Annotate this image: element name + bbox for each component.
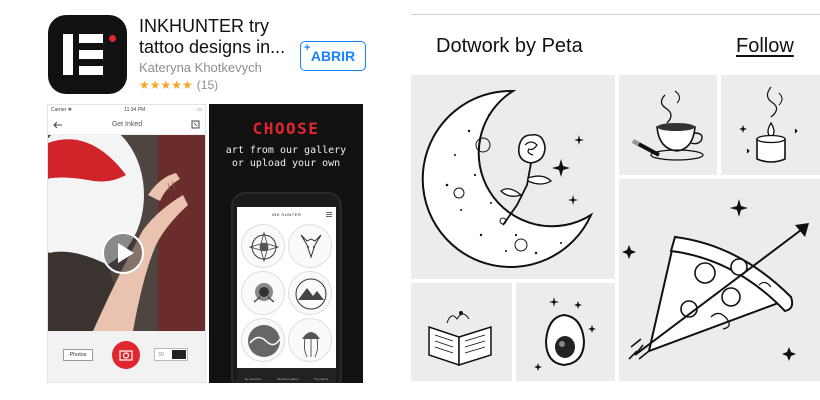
tile-coffee-cup[interactable] — [619, 75, 717, 175]
tile-moon-rose[interactable] — [411, 75, 615, 279]
tile-avocado[interactable] — [516, 283, 615, 381]
app-developer[interactable]: Kateryna Khotkevych — [139, 60, 262, 75]
mountain-sketch — [295, 278, 327, 310]
app-icon[interactable] — [48, 15, 127, 94]
choose-subtitle: art from our gallery or upload your own — [209, 144, 363, 170]
gallery-item-jellyfish[interactable] — [288, 318, 332, 362]
nav-bar: Get Inked — [48, 115, 205, 135]
plus-icon: + — [304, 42, 311, 54]
rose-sketch — [253, 283, 275, 303]
gallery-item-mountain[interactable] — [288, 271, 332, 315]
app-screenshot-camera[interactable]: Carrier ❖ 11:34 PM ▭ Get Inked Photos 3D — [47, 104, 206, 383]
wave-sketch — [248, 325, 281, 357]
star-rating-icon: ★★★★★ — [139, 78, 193, 92]
logo-dot — [109, 35, 116, 42]
battery-icon: ▭ — [197, 107, 202, 113]
open-button-label: ABRIR — [310, 48, 356, 64]
logo-bar-top — [79, 34, 103, 43]
camera-preview-scene — [48, 135, 205, 331]
menu-icon — [326, 212, 332, 217]
camera-controls: Photos 3D — [48, 331, 205, 382]
status-carrier: Carrier ❖ — [51, 107, 73, 113]
app-rating: ★★★★★ (15) — [139, 78, 218, 92]
tile-pizza-arrow[interactable] — [619, 179, 820, 381]
flip-camera-icon — [191, 120, 200, 129]
jellyfish-sketch — [302, 332, 320, 358]
app-title: INKHUNTER try tattoo designs in... — [139, 16, 286, 57]
rating-count: (15) — [196, 78, 219, 92]
logo-bar-bottom — [79, 66, 103, 75]
coffee-cup-drawing — [632, 90, 704, 161]
gallery-item-wave[interactable] — [241, 318, 285, 362]
tab-my-photos[interactable]: My photos — [314, 377, 328, 381]
gallery-header: INK HUNTER — [271, 212, 302, 217]
3d-toggle-label: 3D — [158, 352, 165, 358]
candle-drawing — [739, 86, 798, 163]
toggle-knob — [172, 350, 186, 359]
status-time: 11:34 PM — [124, 107, 146, 113]
nav-title: Get Inked — [111, 121, 143, 128]
deer-sketch — [300, 234, 322, 259]
capture-button[interactable] — [112, 341, 140, 369]
follow-button[interactable]: Follow — [736, 35, 794, 58]
gallery-item-mandala[interactable] — [241, 224, 285, 268]
gallery-item-rose[interactable] — [241, 271, 285, 315]
choose-subtitle-line1: art from our gallery — [225, 145, 347, 156]
gallery-tab-bar: My sketches Sketches gallery My photos — [237, 368, 336, 383]
tile-open-book[interactable] — [411, 283, 512, 381]
camera-preview — [48, 135, 205, 331]
choose-title: CHOOSE — [252, 119, 320, 138]
gallery-item-deer[interactable] — [288, 224, 332, 268]
gallery-screen: INK HUNTER My sketches Sketches gallery … — [237, 207, 336, 383]
tab-sketches-gallery[interactable]: Sketches gallery — [277, 377, 299, 381]
pizza-arrow-drawing — [622, 199, 809, 361]
tab-my-sketches[interactable]: My sketches — [245, 377, 262, 381]
tile-candle[interactable] — [721, 75, 820, 175]
photos-button[interactable]: Photos — [63, 349, 93, 361]
open-app-button[interactable]: + ABRIR — [300, 41, 366, 71]
mandala-sketch — [248, 231, 280, 263]
back-arrow-icon — [53, 121, 62, 128]
logo-bar-vertical — [63, 34, 73, 75]
divider — [411, 14, 820, 15]
moon-rose-drawing — [421, 89, 594, 268]
3d-toggle[interactable]: 3D — [154, 348, 188, 361]
collection-title: Dotwork by Peta — [436, 35, 583, 57]
open-book-drawing — [428, 311, 492, 367]
status-bar: Carrier ❖ 11:34 PM ▭ — [48, 105, 205, 115]
logo-bar-middle — [79, 50, 103, 59]
choose-subtitle-line2: or upload your own — [231, 158, 341, 169]
camera-icon — [119, 350, 133, 361]
avocado-drawing — [534, 297, 596, 371]
